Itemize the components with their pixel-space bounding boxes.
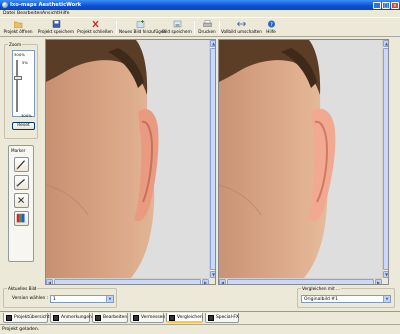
chevron-down-icon[interactable]: ▼ — [106, 296, 113, 302]
marker-color-button[interactable] — [14, 211, 29, 226]
toolbar-separator — [194, 21, 195, 34]
zoom-slider-thumb[interactable] — [14, 76, 22, 80]
menu-bearbeiten[interactable]: Bearbeiten — [17, 11, 42, 16]
maximize-button[interactable]: □ — [382, 1, 390, 9]
special-fx-icon — [208, 315, 214, 321]
scroll-left-icon[interactable]: ◀ — [46, 279, 53, 284]
left-panel: Zoom 300% 5% 300% Reset Marker — [0, 38, 43, 288]
compare-select[interactable]: Originalbild #1 ▼ — [301, 295, 391, 303]
delete-icon — [18, 197, 25, 204]
help-button[interactable]: ? Hilfe — [262, 19, 280, 36]
reset-zoom-button[interactable]: Reset — [12, 122, 35, 130]
tab-projektuebersicht[interactable]: Projektübersicht — [3, 313, 50, 323]
compare-label: Vergleichen mit ... — [301, 286, 342, 291]
save-project-button[interactable]: Projekt speichern — [37, 19, 75, 36]
pen-icon — [16, 160, 25, 170]
scroll-thumb[interactable] — [210, 48, 215, 270]
window-title: Ixo-maps AestheticWork — [10, 1, 82, 8]
zoom-bottom-tick: 300% — [21, 113, 32, 118]
marker-line-button[interactable] — [14, 175, 29, 190]
title-bar: Ixo-maps AestheticWork _ □ × — [0, 0, 400, 10]
current-image-label: Aktuelles Bild — [7, 286, 38, 291]
tab-anmerkungen[interactable]: Anmerkungen — [50, 313, 92, 323]
current-photo[interactable] — [46, 40, 209, 278]
marker-panel: Marker — [8, 145, 34, 262]
print-icon — [202, 20, 212, 27]
scroll-up-icon[interactable]: ▲ — [383, 40, 388, 47]
save-icon — [52, 20, 60, 28]
compare-select-value: Originalbild #1 — [304, 297, 338, 302]
face-ear-photo — [219, 40, 382, 278]
print-button[interactable]: Drucken — [196, 19, 218, 36]
fullscreen-button[interactable]: Vollbild umschalten — [221, 19, 262, 36]
tab-vergleichen[interactable]: Vergleichen — [166, 313, 203, 323]
zoom-top-tick: 300% — [14, 52, 25, 57]
current-image-group: Aktuelles Bild Version wählen : 1 ▼ — [3, 286, 117, 308]
scroll-down-icon[interactable]: ▼ — [383, 271, 388, 278]
close-window-button[interactable]: × — [391, 1, 399, 9]
toolbar-separator — [116, 21, 117, 34]
toolbar-separator — [219, 21, 220, 34]
marker-label: Marker — [11, 148, 26, 153]
menu-bar: Datei Bearbeiten Ansicht Hilfe — [0, 10, 400, 17]
edit-icon — [95, 315, 101, 321]
version-label: Version wählen : — [12, 296, 49, 301]
menu-datei[interactable]: Datei — [3, 11, 15, 16]
color-palette-icon — [16, 213, 25, 223]
svg-text:?: ? — [270, 22, 273, 28]
left-vertical-scrollbar[interactable]: ▲ ▼ — [209, 40, 215, 278]
close-project-button[interactable]: Projekt schließen — [76, 19, 114, 36]
scroll-thumb[interactable] — [383, 48, 388, 270]
scroll-left-icon[interactable]: ◀ — [219, 279, 226, 284]
tab-bearbeiten[interactable]: Bearbeiten — [92, 313, 128, 323]
scroll-thumb[interactable] — [54, 279, 201, 284]
chevron-down-icon[interactable]: ▼ — [383, 296, 390, 302]
status-text: Projekt geladen. — [2, 327, 40, 332]
scroll-thumb[interactable] — [227, 279, 374, 284]
marker-pen-button[interactable] — [14, 157, 29, 172]
zoom-label: Zoom — [8, 42, 23, 47]
menu-ansicht[interactable]: Ansicht — [42, 11, 59, 16]
right-vertical-scrollbar[interactable]: ▲ ▼ — [382, 40, 388, 278]
tab-vermessen[interactable]: Vermessen — [130, 313, 165, 323]
compare-group: Vergleichen mit ... Originalbild #1 ▼ — [297, 286, 395, 308]
zoom-slider-track[interactable] — [14, 60, 22, 112]
notes-icon — [53, 315, 59, 321]
folder-open-icon — [13, 21, 22, 28]
zoom-slider-box: 300% 5% 300% — [12, 50, 35, 118]
right-horizontal-scrollbar[interactable]: ◀ ▶ — [219, 278, 382, 284]
scroll-right-icon[interactable]: ▶ — [202, 279, 209, 284]
save-image-icon — [173, 20, 181, 28]
version-select-value: 1 — [53, 297, 56, 302]
marker-delete-button[interactable] — [14, 193, 29, 208]
add-image-button[interactable]: Neues Bild hinzufügen — [119, 19, 166, 36]
project-overview-icon — [6, 315, 12, 321]
app-icon — [2, 2, 8, 8]
left-horizontal-scrollbar[interactable]: ◀ ▶ — [46, 278, 209, 284]
menu-hilfe[interactable]: Hilfe — [59, 11, 69, 16]
tab-special-fx[interactable]: Special-FX — [205, 313, 239, 323]
zoom-mid-tick: 5% — [22, 60, 29, 65]
compare-icon — [169, 315, 175, 321]
scroll-down-icon[interactable]: ▼ — [210, 271, 215, 278]
compare-image-view: ▲ ▼ ◀ ▶ — [218, 39, 389, 285]
add-image-icon — [136, 20, 144, 28]
measure-icon — [133, 315, 139, 321]
fullscreen-icon — [236, 21, 246, 27]
status-bar: Projekt geladen. — [0, 324, 400, 334]
scroll-right-icon[interactable]: ▶ — [375, 279, 382, 284]
current-image-view: ▲ ▼ ◀ ▶ — [45, 39, 216, 285]
face-ear-photo — [46, 40, 209, 278]
mode-tabs: Projektübersicht Anmerkungen Bearbeiten … — [0, 311, 400, 323]
save-image-button[interactable]: Bild speichern — [162, 19, 192, 36]
compare-photo[interactable] — [219, 40, 382, 278]
help-icon: ? — [267, 20, 275, 28]
version-select[interactable]: 1 ▼ — [50, 295, 114, 303]
close-project-icon — [92, 20, 98, 28]
minimize-button[interactable]: _ — [373, 1, 381, 9]
open-project-button[interactable]: Projekt öffnen — [1, 19, 35, 36]
toolbar: Projekt öffnen Projekt speichern Projekt… — [0, 17, 400, 37]
scroll-up-icon[interactable]: ▲ — [210, 40, 215, 47]
draw-line-icon — [16, 179, 25, 187]
